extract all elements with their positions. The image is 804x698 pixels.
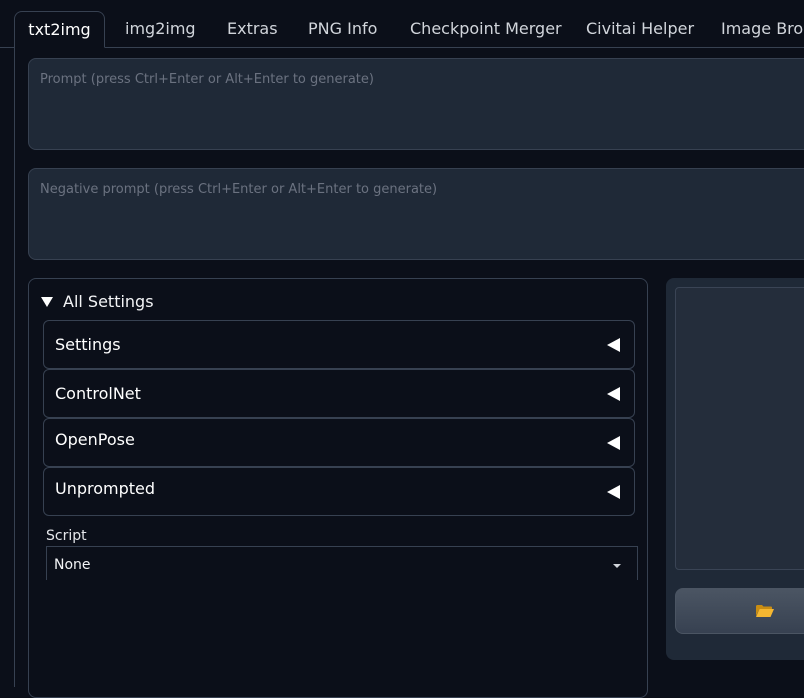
open-folder-icon xyxy=(756,605,774,617)
script-dropdown[interactable]: None xyxy=(46,546,638,580)
accordion-controlnet[interactable]: ControlNet xyxy=(43,369,635,418)
prompt-box xyxy=(28,58,804,150)
accordion-label: OpenPose xyxy=(55,430,135,449)
accordion-label: Settings xyxy=(55,335,121,354)
tab-img2img[interactable]: img2img xyxy=(125,11,196,47)
accordion-label: Unprompted xyxy=(55,479,156,498)
open-folder-button[interactable] xyxy=(675,588,804,634)
prompt-input[interactable] xyxy=(29,59,804,149)
tab-extras[interactable]: Extras xyxy=(227,11,278,47)
negative-prompt-input[interactable] xyxy=(29,169,804,259)
accordion-settings[interactable]: Settings xyxy=(43,320,635,369)
tab-checkpoint-merger[interactable]: Checkpoint Merger xyxy=(410,11,562,47)
triangle-down-icon xyxy=(41,297,53,307)
accordion-unprompted[interactable]: Unprompted xyxy=(43,467,635,516)
triangle-left-icon xyxy=(607,387,620,401)
settings-panel: All Settings Settings ControlNet OpenPos… xyxy=(28,278,648,698)
chevron-down-icon xyxy=(613,564,621,568)
all-settings-toggle[interactable]: All Settings xyxy=(41,291,154,313)
triangle-left-icon xyxy=(607,436,620,450)
tab-image-browser[interactable]: Image Brow xyxy=(721,11,804,47)
negative-prompt-box xyxy=(28,168,804,260)
output-panel xyxy=(666,278,804,660)
accordion-openpose[interactable]: OpenPose xyxy=(43,418,635,467)
tab-txt2img[interactable]: txt2img xyxy=(14,11,105,48)
all-settings-label: All Settings xyxy=(63,292,154,311)
tab-bar: txt2img img2img Extras PNG Info Checkpoi… xyxy=(0,0,804,48)
accordion-label: ControlNet xyxy=(55,384,141,403)
script-label: Script xyxy=(46,528,87,544)
tab-png-info[interactable]: PNG Info xyxy=(308,11,377,47)
image-gallery[interactable] xyxy=(675,287,804,570)
script-selected-value: None xyxy=(54,557,91,573)
tab-civitai-helper[interactable]: Civitai Helper xyxy=(586,11,694,47)
triangle-left-icon xyxy=(607,485,620,499)
triangle-left-icon xyxy=(607,338,620,352)
